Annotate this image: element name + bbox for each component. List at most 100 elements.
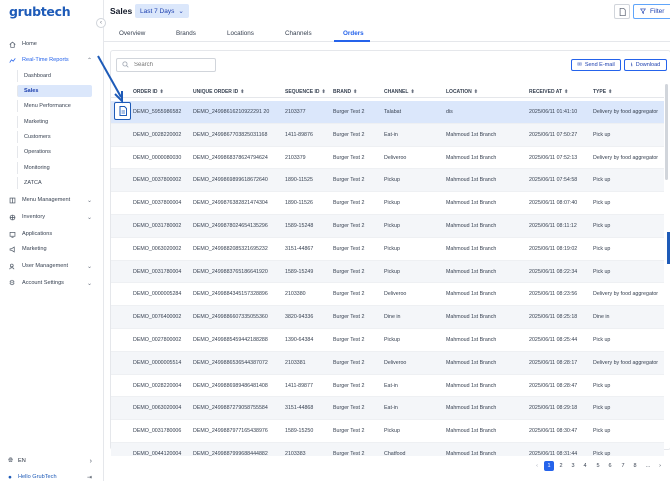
file-icon [619,7,626,16]
cell-received-at: 2025/06/11 08:28:47 [529,382,578,389]
cell-channel: Deliveroo [384,154,407,161]
table-row[interactable]: DEMO_0028220002 DEMO_2499867703825031168 1… [111,123,664,147]
tab-brands[interactable]: Brands [176,30,196,37]
sidebar-item-applications[interactable]: Applications [0,228,104,240]
table-row[interactable]: DEMO_5955986582 DEMO_24998616210922291 20… [111,101,664,124]
page-button-1[interactable]: 1 [544,461,554,471]
pagination-next[interactable]: › [655,461,665,471]
search-box[interactable] [116,58,216,72]
table-scrollbar[interactable] [665,84,668,180]
cell-channel: Pickup [384,200,400,207]
table-row[interactable]: DEMO_0031780006 DEMO_2499887977165438976 1… [111,420,664,443]
column-header-sequence-id[interactable]: SEQUENCE ID ⬍ [285,89,326,95]
collapse-sidebar-button[interactable]: ‹ [96,18,106,28]
cell-type: Pick up [593,382,611,389]
sidebar-sub-zatca[interactable]: ZATCA [17,177,92,189]
sidebar-item-menu-management[interactable]: Menu Management ⌄ [0,194,104,206]
tab-locations[interactable]: Locations [227,30,254,37]
logout-icon[interactable]: ⇥ [87,474,92,481]
user-greeting: Hello GrubTech [18,474,57,480]
export-file-button[interactable] [614,4,630,19]
table-row[interactable]: DEMO_0027800002 DEMO_2499885459442188288 1… [111,329,664,352]
cell-channel: Pickup [384,268,400,275]
active-tab-indicator [334,40,370,42]
sidebar-item-inventory[interactable]: Inventory ⌄ [0,211,104,223]
sidebar-sub-menu-performance[interactable]: Menu Performance [17,100,92,112]
cell-channel: Talabat [384,109,402,115]
header-label: SEQUENCE ID [285,89,320,95]
sidebar-sub-marketing[interactable]: Marketing [17,116,92,128]
search-input[interactable] [134,62,204,68]
cell-order-id: DEMO_0031780006 [133,428,182,435]
column-header-type[interactable]: TYPE ⬍ [593,89,612,95]
table-row[interactable]: DEMO_0076400002 DEMO_2499886607335055360 3… [111,306,664,329]
column-header-brand[interactable]: BRAND ⬍ [333,89,357,95]
table-row[interactable]: DEMO_0000005514 DEMO_2499886536544387072 2… [111,351,664,375]
table-row[interactable]: DEMO_0063020002 DEMO_2499882085321695232 3… [111,238,664,261]
column-header-unique-order-id[interactable]: UNIQUE ORDER ID ⬍ [193,89,244,95]
download-button[interactable]: ⭳ Download [624,59,667,71]
chevron-down-icon: ⌄ [86,197,92,204]
download-icon: ⭳ [630,61,633,68]
tab-channels[interactable]: Channels [285,30,312,37]
header-label: BRAND [333,89,352,95]
cell-brand: Burger Test 2 [333,382,365,389]
sidebar-sub-monitoring[interactable]: Monitoring [17,162,92,174]
sidebar-sub-dashboard[interactable]: Dashboard [17,70,92,82]
column-header-order-id[interactable]: ORDER ID ⬍ [133,89,164,95]
sidebar-sub-customers[interactable]: Customers [17,131,92,143]
table-row[interactable]: DEMO_0044120004 DEMO_2499887999688444882 2… [111,443,664,456]
page-button-6[interactable]: 6 [605,461,615,471]
cell-brand: Burger Test 2 [333,177,365,184]
sidebar-item-user-management[interactable]: User Management ⌄ [0,260,104,272]
table-row[interactable]: DEMO_0063020004 DEMO_2499887279058755584 3… [111,397,664,421]
sidebar-item-home[interactable]: Home [0,38,104,50]
page-button-7[interactable]: 7 [618,461,628,471]
table-row[interactable]: DEMO_0028220004 DEMO_2499886989486481408 1… [111,375,664,398]
table-row[interactable]: DEMO_0000005284 DEMO_2499884345157328896 2… [111,283,664,307]
tab-orders[interactable]: Orders [343,30,364,37]
cell-brand: Burger Test 2 [333,291,365,298]
chevron-left-icon: ‹ [100,20,102,26]
table-row[interactable]: DEMO_0037800004 DEMO_2499876382821474304 1… [111,192,664,215]
cell-unique-order-id: DEMO_2499883765186641920 [193,268,268,275]
column-header-received-at[interactable]: RECEIVED AT ⬍ [529,89,568,95]
filter-button[interactable]: Filter [633,4,670,19]
table-row[interactable]: DEMO_0000080030 DEMO_2499868378624794624 2… [111,147,664,170]
page-button-5[interactable]: 5 [593,461,603,471]
sidebar-sub-operations[interactable]: Operations [17,146,92,158]
language-selector[interactable]: 🌐︎ EN › [0,455,104,467]
chevron-up-icon: ⌃ [86,57,92,64]
send-email-button[interactable]: ✉ Send E-mail [571,59,621,71]
sort-icon: ⬍ [564,89,569,95]
column-header-location[interactable]: LOCATION ⬍ [446,89,478,95]
page-button-8[interactable]: 8 [630,461,640,471]
column-header-channel[interactable]: CHANNEL ⬍ [384,89,415,95]
table-row[interactable]: DEMO_0031780002 DEMO_2499878024654135296 1… [111,215,664,238]
date-range-dropdown[interactable]: Last 7 Days ⌄ [135,4,189,18]
table-row[interactable]: DEMO_0037800002 DEMO_2499869899618672640 1… [111,169,664,193]
cell-received-at: 2025/06/11 08:19:02 [529,245,578,252]
order-detail-icon[interactable] [114,102,131,120]
grubtech-logo[interactable]: grubtech [9,4,71,19]
page-button-3[interactable]: 3 [568,461,578,471]
tab-overview[interactable]: Overview [119,30,145,37]
page-button-2[interactable]: 2 [556,461,566,471]
inventory-icon [8,213,16,221]
cell-type: Pick up [593,223,611,229]
sidebar-item-real-time-reports[interactable]: Real-Time Reports ⌃ [0,54,104,66]
table-row[interactable]: DEMO_0031780004 DEMO_2499883765186641920 1… [111,260,664,284]
chart-icon [8,56,16,64]
page-button-4[interactable]: 4 [580,461,590,471]
pagination-prev[interactable]: ‹ [532,461,542,471]
cell-channel: Deliveroo [384,291,407,298]
sidebar-item-account-settings[interactable]: ⚙ Account Settings ⌄ [0,277,104,289]
sidebar-item-marketing[interactable]: Marketing [0,243,104,255]
cell-type: Delivery by food aggregator [593,154,659,161]
pagination: ‹ 1 2 3 4 5 6 7 8 ... › [104,461,670,471]
globe-icon: 🌐︎ [8,457,14,464]
user-profile[interactable]: ● Hello GrubTech ⇥ [0,471,104,481]
sidebar-sub-sales[interactable]: Sales [17,85,92,97]
cell-type: Pick up [593,200,611,207]
page-title: Sales [110,6,133,16]
